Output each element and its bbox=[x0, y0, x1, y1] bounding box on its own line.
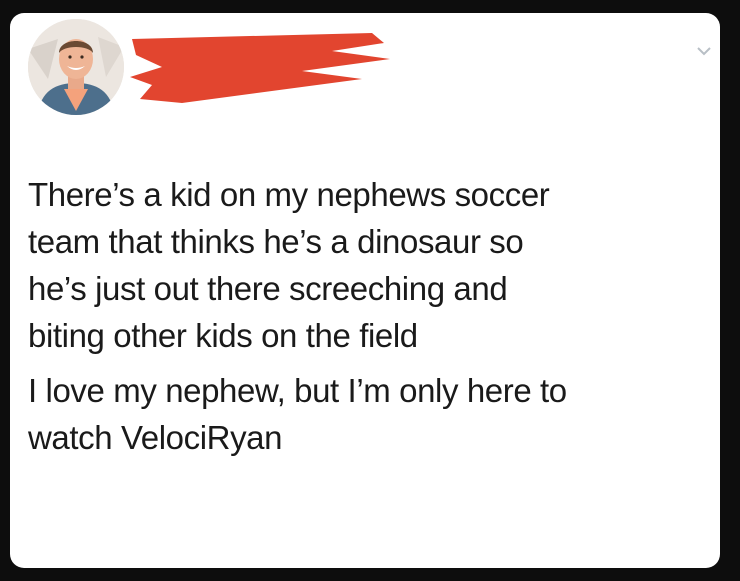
profile-photo-icon bbox=[28, 19, 124, 115]
avatar[interactable] bbox=[28, 19, 124, 115]
chevron-down-icon[interactable] bbox=[696, 45, 712, 57]
tweet-card: There’s a kid on my nephews soccer team … bbox=[10, 13, 720, 568]
tweet-body: There’s a kid on my nephews soccer team … bbox=[28, 171, 708, 461]
tweet-paragraph-1: There’s a kid on my nephews soccer team … bbox=[28, 176, 550, 354]
redacted-username bbox=[122, 25, 392, 105]
tweet-paragraph-2: I love my nephew, but I’m only here to w… bbox=[28, 372, 567, 456]
